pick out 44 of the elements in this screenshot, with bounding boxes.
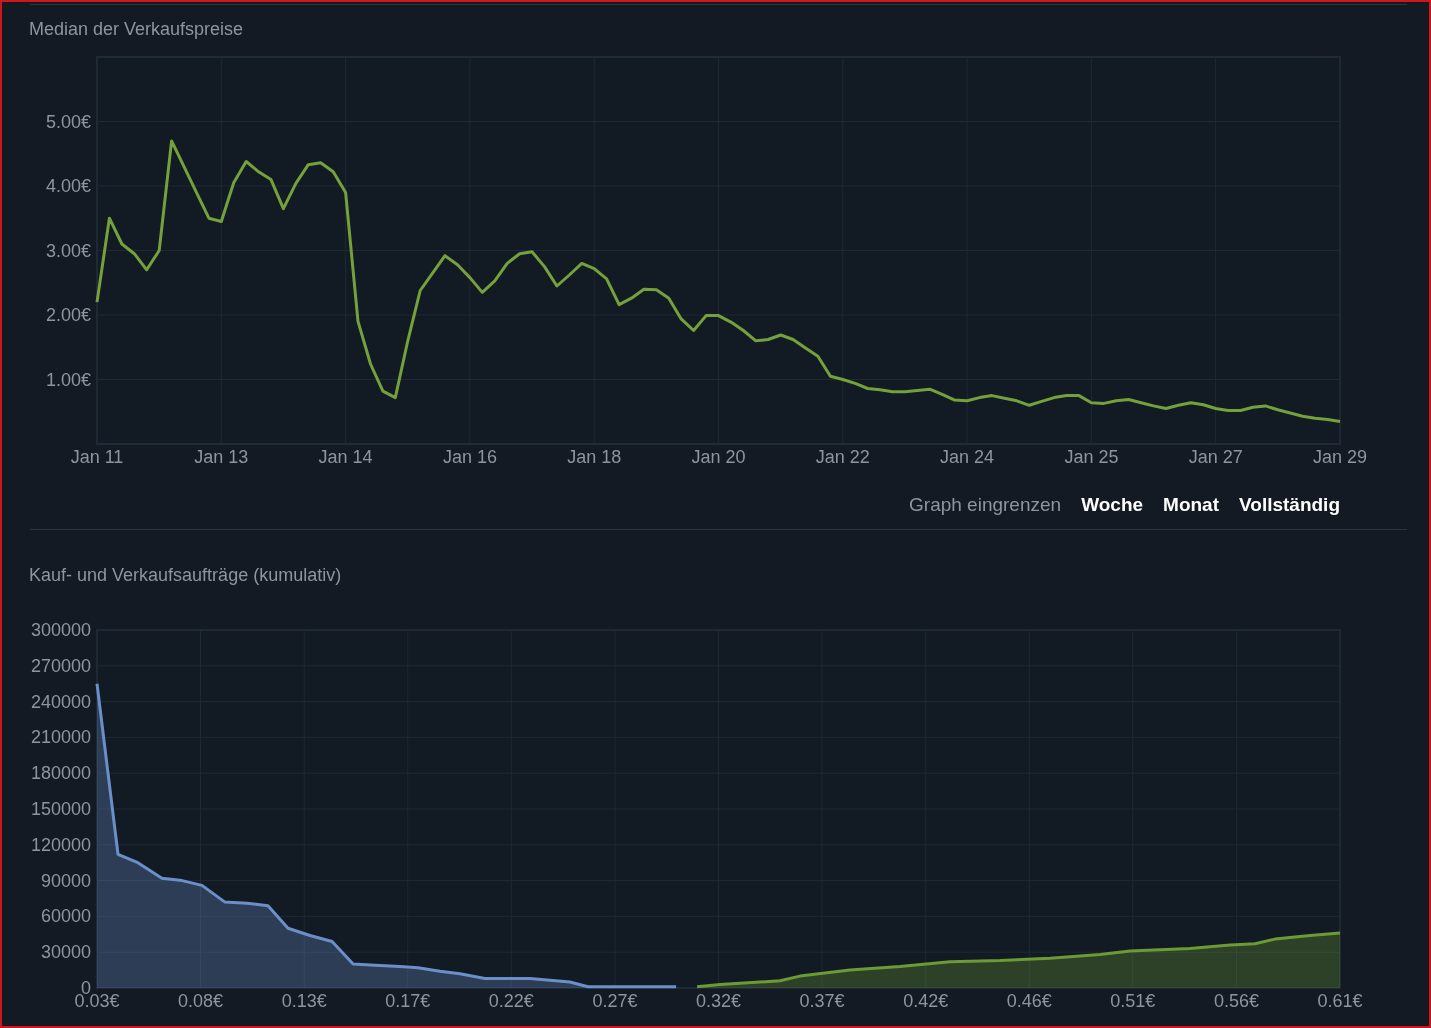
x-axis-label: Jan 24 [940,447,995,467]
chart-title: Kauf- und Verkaufsaufträge (kumulativ) [29,564,343,587]
y-axis-label: 1.00€ [45,369,91,390]
y-axis-label: 210000 [30,727,91,748]
chart-title: Median der Verkaufspreise [29,18,245,41]
x-axis-label: 0.61€ [1317,991,1363,1011]
y-axis-label: 270000 [30,655,91,676]
x-axis-label: 0.56€ [1213,991,1259,1011]
x-axis-label: 0.46€ [1006,991,1052,1011]
x-axis-label: Jan 11 [70,447,124,467]
x-axis-label: Jan 20 [691,447,746,467]
x-axis-label: 0.17€ [385,991,431,1011]
x-axis-label: 0.13€ [281,991,327,1011]
x-axis-label: Jan 22 [815,447,870,467]
x-axis-label: 0.27€ [592,991,638,1011]
y-axis-label: 3.00€ [45,240,91,261]
y-axis-label: 2.00€ [45,305,91,325]
y-axis-label: 240000 [30,691,91,712]
zoom-option[interactable]: Woche [1081,493,1144,517]
x-axis-label: Jan 25 [1064,447,1119,467]
y-axis-label: 30000 [40,942,91,963]
y-axis-label: 180000 [30,763,91,784]
x-axis-label: Jan 13 [194,447,249,467]
x-axis-label: Jan 27 [1188,447,1243,467]
y-axis-label: 60000 [40,906,91,927]
x-axis-label: 0.42€ [903,991,949,1011]
x-axis-label: Jan 18 [567,447,622,467]
y-axis-label: 120000 [30,834,91,855]
y-axis-label: 150000 [30,799,91,819]
y-axis-label: 300000 [30,620,91,640]
x-axis-label: Jan 16 [442,447,497,467]
x-axis-label: 0.22€ [488,991,534,1011]
y-axis-label: 5.00€ [45,111,91,132]
y-axis-label: 4.00€ [45,176,91,196]
y-axis-label: 90000 [40,870,91,891]
zoom-label: Graph eingrenzen [909,492,1062,517]
x-axis-label: Jan 29 [1313,447,1367,467]
x-axis-label: 0.32€ [696,991,741,1011]
x-axis-label: 0.37€ [799,991,845,1011]
zoom-option[interactable]: Monat [1163,493,1219,517]
x-axis-label: 0.51€ [1110,991,1156,1011]
x-axis-label: 0.08€ [178,991,224,1011]
zoom-option[interactable]: Vollständig [1239,493,1340,517]
x-axis-label: Jan 14 [318,447,373,467]
